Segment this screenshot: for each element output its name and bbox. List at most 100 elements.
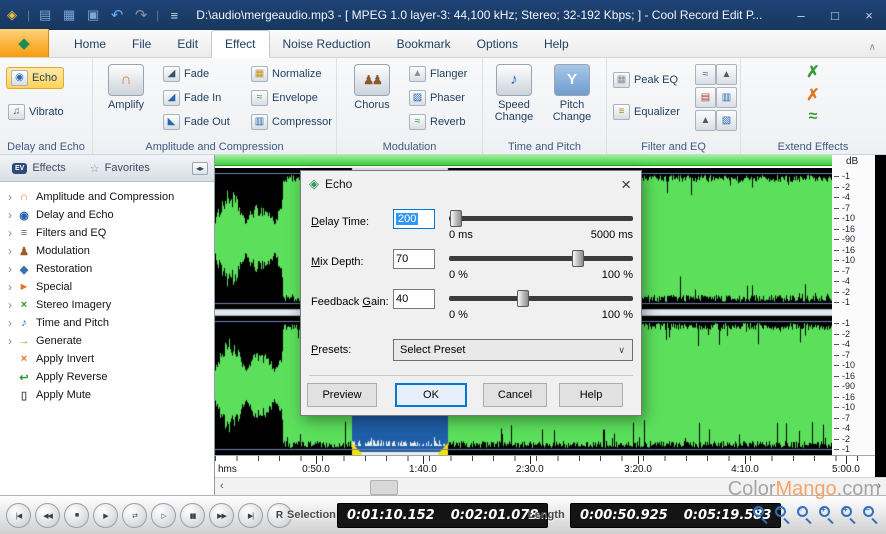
tab-home[interactable]: Home — [61, 31, 119, 57]
zoom-full-icon[interactable]: + — [818, 505, 837, 524]
flanger-button[interactable]: ▲ Flanger — [409, 66, 467, 82]
tab-help[interactable]: Help — [531, 31, 582, 57]
tree-item-restoration[interactable]: › ◆ Restoration — [0, 260, 214, 278]
preset-select[interactable]: Select Preset ∨ — [393, 339, 633, 361]
maximize-button[interactable]: □ — [818, 8, 852, 23]
tree-item-generate[interactable]: › → Generate — [0, 332, 214, 350]
collapse-ribbon-icon[interactable]: ∧ — [869, 42, 876, 53]
zoom-in-icon[interactable]: + — [752, 505, 771, 524]
tab-file[interactable]: File — [119, 31, 164, 57]
slider-thumb[interactable] — [517, 290, 529, 307]
cancel-button[interactable]: Cancel — [483, 383, 547, 407]
extend-effect-3-icon[interactable]: ≈ — [809, 108, 818, 126]
preview-button[interactable]: Preview — [307, 383, 377, 407]
tree-item-amplitude-and-compression[interactable]: › ∩ Amplitude and Compression — [0, 188, 214, 206]
extend-effect-1-icon[interactable]: ✗ — [806, 62, 819, 82]
tree-item-apply-mute[interactable]: ▯ Apply Mute — [0, 386, 214, 404]
amplify-button[interactable]: ∩ Amplify — [99, 64, 153, 111]
tab-favorites[interactable]: ☆ Favorites — [78, 155, 162, 181]
tree-item-filters-and-eq[interactable]: › ≡ Filters and EQ — [0, 224, 214, 242]
slider-track[interactable] — [449, 256, 633, 261]
speed-change-button[interactable]: ♪ Speed Change — [487, 64, 541, 123]
notch-filter-icon[interactable]: ≈ — [695, 64, 716, 85]
rewind-button[interactable]: ◀◀ — [35, 503, 60, 528]
feedback-gain-input[interactable]: 40 — [393, 289, 435, 309]
play-forward-button[interactable]: ▷ — [151, 503, 176, 528]
zoom-vertical-out-icon[interactable]: − — [862, 505, 881, 524]
echo-button[interactable]: ◉ Echo — [6, 67, 64, 89]
undo-icon[interactable]: ↶ — [107, 6, 127, 24]
slider-track[interactable] — [449, 296, 633, 301]
timeline-ruler[interactable]: hms 0:50.0 1:40.0 2:30.0 3:20.0 4:10.0 5… — [215, 455, 875, 477]
chorus-button[interactable]: ♟♟ Chorus — [345, 64, 399, 111]
expand-arrow-icon[interactable]: › — [4, 298, 16, 312]
tree-item-special[interactable]: › ► Special — [0, 278, 214, 296]
open-file-icon[interactable]: ▤ — [35, 7, 55, 23]
normalize-button[interactable]: ▦ Normalize — [251, 66, 322, 82]
tab-options[interactable]: Options — [464, 31, 531, 57]
expand-arrow-icon[interactable]: › — [4, 262, 16, 276]
compressor-button[interactable]: ▥ Compressor — [251, 114, 332, 130]
delay-time-input[interactable]: 200 — [393, 209, 435, 229]
tab-noise-reduction[interactable]: Noise Reduction — [270, 31, 384, 57]
tree-item-delay-and-echo[interactable]: › ◉ Delay and Echo — [0, 206, 214, 224]
peak-eq-button[interactable]: ▦ Peak EQ — [613, 72, 678, 88]
quick-toolbar-menu-icon[interactable]: ≡ — [164, 8, 184, 23]
fast-forward-button[interactable]: ▶▶ — [209, 503, 234, 528]
skip-to-end-button[interactable]: ▶| — [238, 503, 263, 528]
equalizer-button[interactable]: ≡ Equalizer — [613, 104, 680, 120]
fade-in-button[interactable]: ◢ Fade In — [163, 90, 221, 106]
dialog-close-icon[interactable]: × — [621, 176, 631, 193]
zoom-out-icon[interactable]: − — [774, 505, 793, 524]
help-button[interactable]: Help — [559, 383, 623, 407]
tab-effects[interactable]: EV Effects — [0, 155, 78, 181]
ok-button[interactable]: OK — [395, 383, 467, 407]
pause-button[interactable]: ▮▮ — [180, 503, 205, 528]
dialog-title-bar[interactable]: ◈ Echo × — [301, 171, 641, 197]
expand-arrow-icon[interactable]: › — [4, 226, 16, 240]
mix-depth-slider[interactable]: 0 %100 % — [449, 247, 633, 285]
high-pass-filter-icon[interactable]: ▤ — [695, 87, 716, 108]
expand-arrow-icon[interactable]: › — [4, 244, 16, 258]
mix-depth-input[interactable]: 70 — [393, 249, 435, 269]
expand-arrow-icon[interactable]: › — [4, 334, 16, 348]
expand-arrow-icon[interactable]: › — [4, 190, 16, 204]
tree-item-time-and-pitch[interactable]: › ♪ Time and Pitch — [0, 314, 214, 332]
expand-arrow-icon[interactable]: › — [4, 280, 16, 294]
tab-effect[interactable]: Effect — [211, 30, 269, 58]
dynamic-eq-icon[interactable]: ▧ — [716, 110, 737, 131]
scrollbar-thumb[interactable] — [370, 480, 398, 495]
fft-filter-icon[interactable]: ▲ — [695, 110, 716, 131]
tab-bookmark[interactable]: Bookmark — [384, 31, 464, 57]
pitch-change-button[interactable]: Y Pitch Change — [545, 64, 599, 123]
zoom-vertical-in-icon[interactable]: + — [840, 505, 859, 524]
play-button[interactable]: ▶ — [93, 503, 118, 528]
slider-thumb[interactable] — [572, 250, 584, 267]
overview-strip[interactable] — [215, 155, 832, 166]
vibrato-button[interactable]: ♫ Vibrato — [8, 104, 64, 120]
skip-to-start-button[interactable]: |◀ — [6, 503, 31, 528]
reverb-button[interactable]: ≈ Reverb — [409, 114, 465, 130]
loop-button[interactable]: ⇄ — [122, 503, 147, 528]
scroll-left-arrow[interactable]: ‹ — [220, 480, 224, 492]
slider-thumb[interactable] — [450, 210, 462, 227]
feedback-gain-slider[interactable]: 0 %100 % — [449, 287, 633, 325]
tree-item-apply-invert[interactable]: × Apply Invert — [0, 350, 214, 368]
close-button[interactable]: × — [852, 8, 886, 23]
fade-out-button[interactable]: ◣ Fade Out — [163, 114, 230, 130]
minimize-button[interactable]: – — [784, 8, 818, 23]
phaser-button[interactable]: ▨ Phaser — [409, 90, 465, 106]
fade-button[interactable]: ◢ Fade — [163, 66, 209, 82]
band-pass-filter-icon[interactable]: ▥ — [716, 87, 737, 108]
app-menu-button[interactable]: ◆ — [0, 29, 49, 57]
envelope-button[interactable]: ≈ Envelope — [251, 90, 318, 106]
slider-track[interactable] — [449, 216, 633, 221]
tree-item-modulation[interactable]: › ♟ Modulation — [0, 242, 214, 260]
zoom-selection-icon[interactable]: ▫ — [796, 505, 815, 524]
delay-time-slider[interactable]: 0 ms5000 ms — [449, 207, 633, 245]
tree-item-stereo-imagery[interactable]: › × Stereo Imagery — [0, 296, 214, 314]
panel-spread-button[interactable]: ◂▸ — [192, 162, 208, 175]
tree-item-apply-reverse[interactable]: ↩ Apply Reverse — [0, 368, 214, 386]
expand-arrow-icon[interactable]: › — [4, 316, 16, 330]
low-pass-filter-icon[interactable]: ▲ — [716, 64, 737, 85]
